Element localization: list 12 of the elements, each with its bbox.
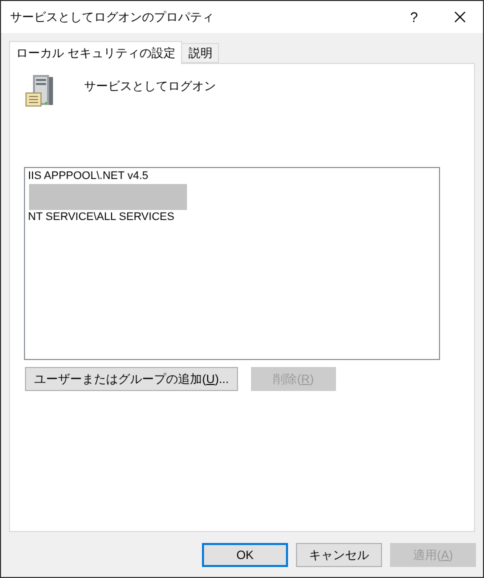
dialog-button[interactable]: キャンセル [296, 543, 382, 567]
help-button[interactable]: ? [391, 1, 437, 33]
dialog-button[interactable]: OK [202, 543, 288, 567]
window-title: サービスとしてログオンのプロパティ [10, 9, 215, 26]
policy-name: サービスとしてログオン [84, 78, 216, 95]
close-icon [454, 11, 466, 23]
list-item[interactable]: IIS APPPOOL\.NET v4.5 [28, 169, 148, 184]
server-icon [24, 74, 56, 108]
list-item[interactable]: NT SERVICE\ALL SERVICES [28, 210, 174, 225]
tab[interactable]: 説明 [182, 43, 220, 63]
dialog-button[interactable]: ユーザーまたはグループの追加(U)... [25, 367, 238, 391]
tab[interactable]: ローカル セキュリティの設定 [9, 41, 182, 64]
